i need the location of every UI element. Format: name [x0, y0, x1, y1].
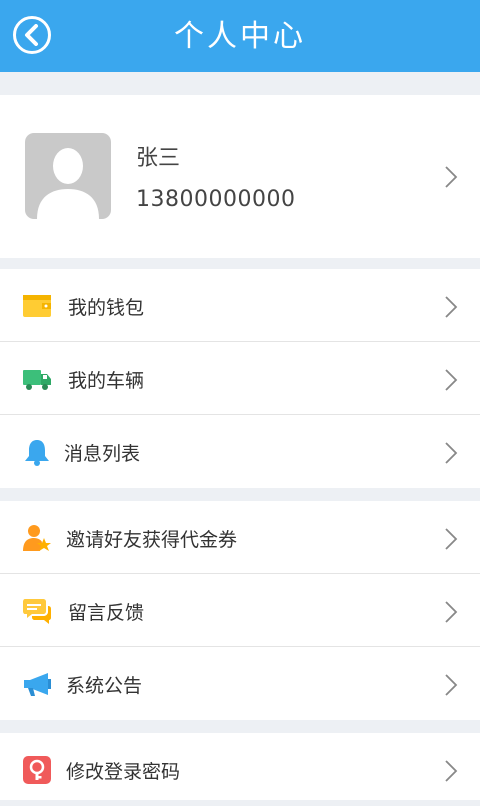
menu-item-change-password[interactable]: 修改登录密码 [0, 733, 480, 806]
chevron-right-icon [445, 369, 458, 391]
menu-group-1: 我的钱包 我的车辆 消息列表 [0, 269, 480, 488]
menu-item-announcements[interactable]: 系统公告 [0, 647, 480, 720]
megaphone-icon [24, 673, 51, 696]
chevron-right-icon [445, 296, 458, 318]
menu-label: 我的钱包 [68, 297, 145, 319]
menu-item-feedback[interactable]: 留言反馈 [0, 574, 480, 647]
chevron-right-icon [445, 601, 458, 623]
chevron-right-icon [445, 674, 458, 696]
bell-icon [25, 440, 49, 466]
menu-label: 消息列表 [64, 443, 141, 465]
invite-friend-icon [23, 525, 51, 551]
wallet-icon [23, 295, 51, 317]
menu-group-3: 修改登录密码 [0, 733, 480, 800]
chat-bubble-icon [23, 599, 51, 624]
default-avatar-icon [37, 148, 99, 219]
app-header: 个人中心 [0, 0, 480, 72]
avatar [25, 133, 111, 219]
truck-icon [23, 370, 51, 390]
chevron-right-icon [445, 442, 458, 464]
menu-item-wallet[interactable]: 我的钱包 [0, 269, 480, 342]
menu-group-2: 邀请好友获得代金券 留言反馈 系统公告 [0, 501, 480, 720]
chevron-right-icon [445, 528, 458, 550]
menu-label: 留言反馈 [68, 602, 145, 624]
chevron-right-icon [445, 760, 458, 782]
page-title: 个人中心 [174, 19, 306, 54]
menu-label: 邀请好友获得代金券 [66, 529, 238, 551]
user-phone: 13800000000 [136, 187, 296, 212]
chevron-right-icon [445, 166, 458, 188]
menu-item-messages[interactable]: 消息列表 [0, 415, 480, 488]
menu-item-vehicles[interactable]: 我的车辆 [0, 342, 480, 415]
menu-label: 我的车辆 [68, 370, 145, 392]
menu-label: 修改登录密码 [66, 761, 181, 783]
password-icon [23, 756, 51, 784]
menu-item-invite[interactable]: 邀请好友获得代金券 [0, 501, 480, 574]
profile-card[interactable]: 张三 13800000000 [0, 95, 480, 258]
user-name: 张三 [136, 146, 181, 171]
menu-label: 系统公告 [66, 675, 143, 697]
